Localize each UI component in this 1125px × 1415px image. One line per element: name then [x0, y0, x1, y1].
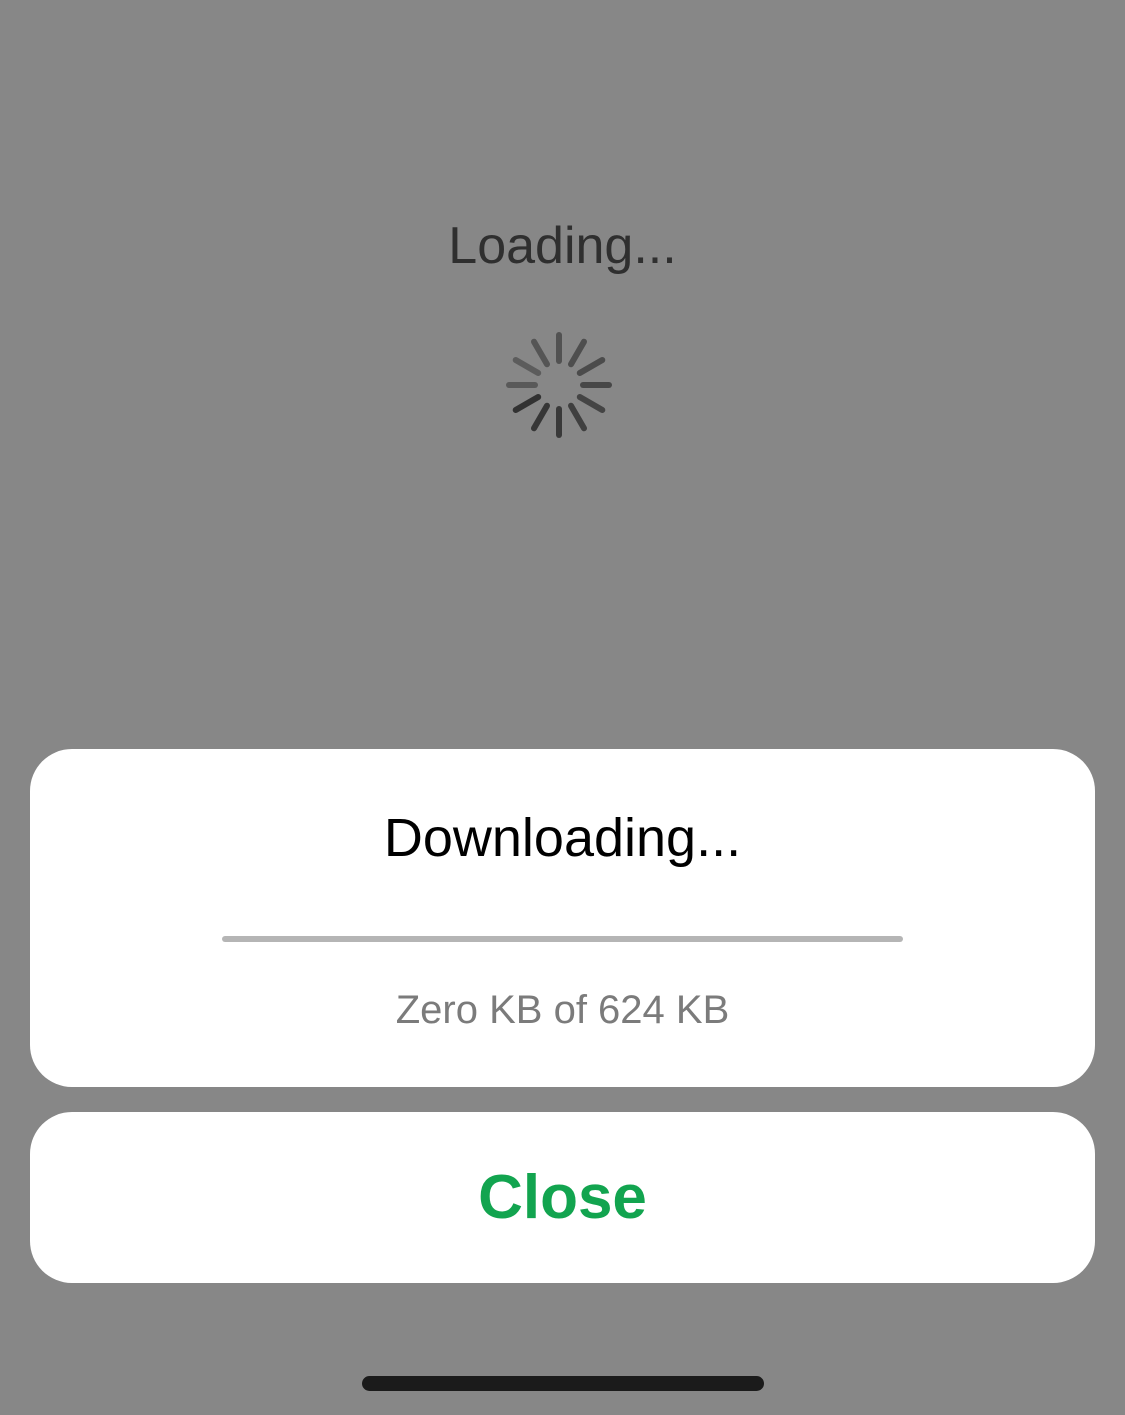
spinner-spoke: [576, 394, 606, 413]
home-indicator[interactable]: [362, 1376, 764, 1391]
close-button[interactable]: Close: [30, 1112, 1095, 1283]
spinner-spoke: [531, 338, 550, 368]
spinner-spoke: [512, 394, 542, 413]
spinner-spoke: [576, 357, 606, 376]
close-button-label: Close: [478, 1162, 647, 1232]
download-progress-bar: [222, 936, 903, 942]
spinner-spoke: [568, 402, 587, 432]
spinner-spoke: [568, 338, 587, 368]
activity-spinner-icon: [506, 332, 612, 438]
download-title: Downloading...: [383, 808, 742, 868]
spinner-spoke: [531, 402, 550, 432]
spinner-spoke: [512, 357, 542, 376]
download-progress-text: Zero KB of 624 KB: [395, 988, 730, 1032]
download-sheet: [30, 749, 1095, 1087]
loading-label: Loading...: [448, 217, 677, 275]
